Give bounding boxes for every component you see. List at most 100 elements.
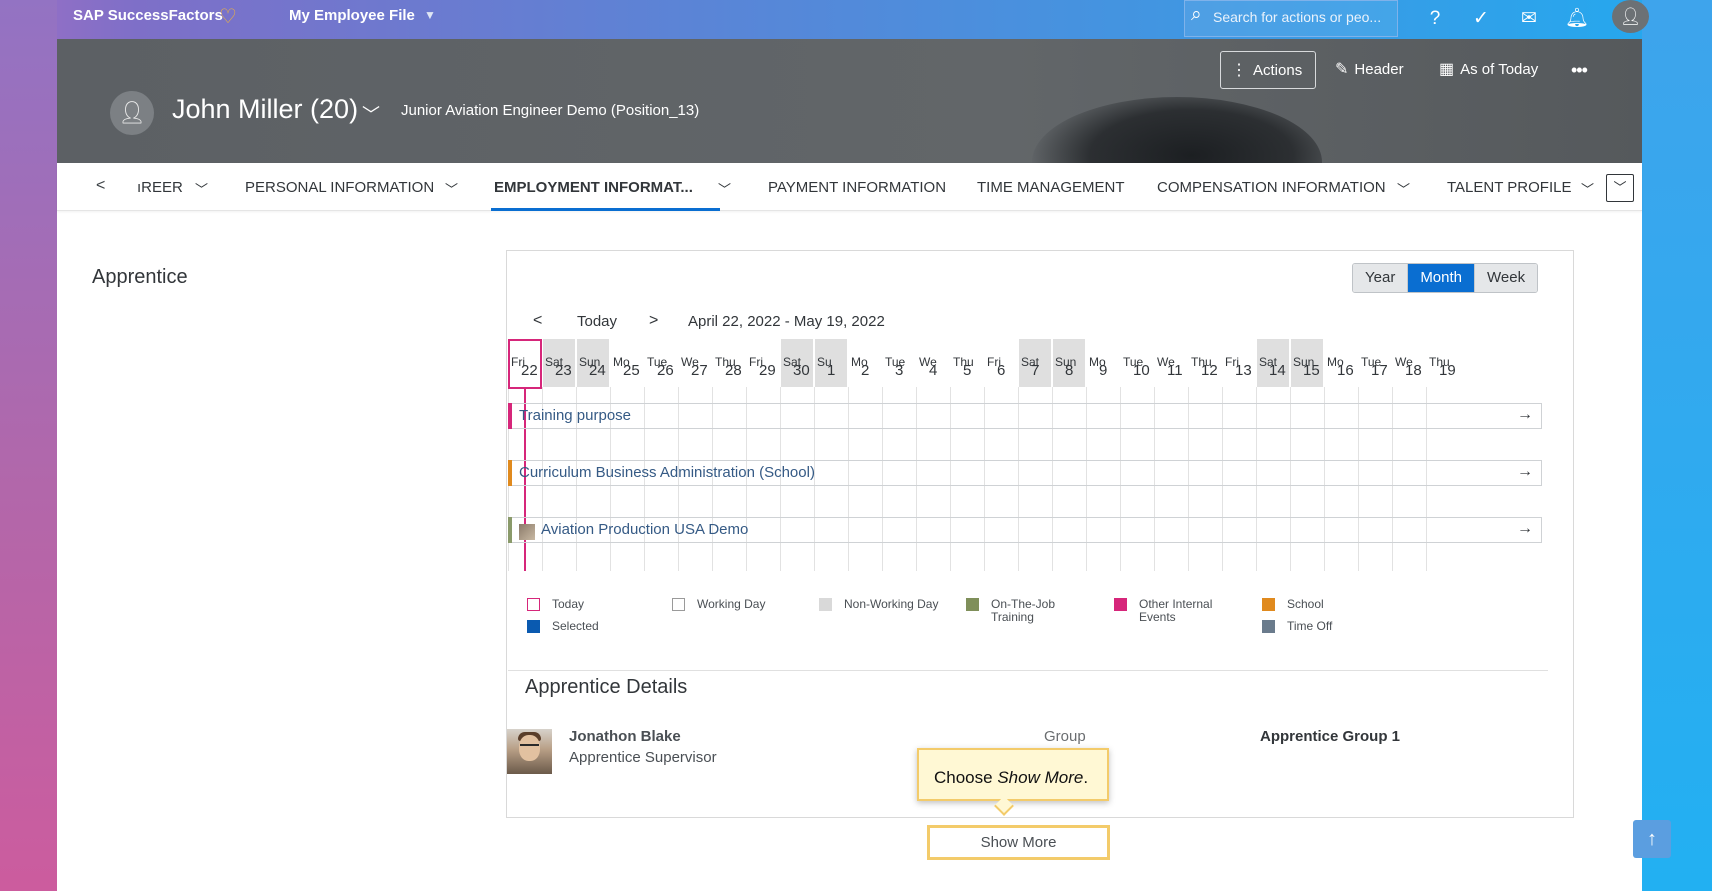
day-number: 9: [1099, 362, 1108, 379]
day-header[interactable]: Sun 24: [577, 339, 609, 387]
day-number: 23: [555, 362, 572, 379]
as-of-today-button[interactable]: ▦ As of Today: [1439, 51, 1538, 89]
tab-employment-information[interactable]: EMPLOYMENT INFORMAT...: [494, 179, 693, 196]
day-header[interactable]: Sun 8: [1053, 339, 1085, 387]
day-header[interactable]: Fri 29: [747, 339, 779, 387]
day-header[interactable]: Thu 28: [713, 339, 745, 387]
more-options-button[interactable]: •••: [1571, 51, 1588, 89]
event-label[interactable]: Training purpose: [519, 407, 631, 424]
day-header[interactable]: Thu 12: [1189, 339, 1221, 387]
employee-avatar-icon[interactable]: 👤︎: [110, 91, 154, 135]
search-box[interactable]: ⌕: [1184, 0, 1398, 37]
arrow-right-icon[interactable]: →: [1517, 463, 1533, 481]
tab-time-management[interactable]: TIME MANAGEMENT: [977, 179, 1125, 196]
profile-header: 👤︎ John Miller (20) ﹀ Junior Aviation En…: [57, 39, 1642, 163]
legend-label: Time Off: [1287, 619, 1333, 633]
day-header[interactable]: Sat 14: [1257, 339, 1289, 387]
arrow-right-icon[interactable]: →: [1517, 406, 1533, 424]
tab-career[interactable]: ıREER: [137, 179, 183, 196]
event-color-bar: [508, 403, 512, 429]
chevron-left-icon[interactable]: <: [96, 177, 105, 195]
brand-logo[interactable]: SAP SuccessFactors: [73, 7, 223, 24]
legend-label: Today: [552, 597, 585, 611]
day-header[interactable]: We 27: [679, 339, 711, 387]
day-header[interactable]: Fri 6: [985, 339, 1017, 387]
day-header[interactable]: Mo 25: [611, 339, 643, 387]
legend-swatch: [672, 598, 685, 611]
view-month-button[interactable]: Month: [1408, 264, 1476, 292]
day-header[interactable]: Sat 30: [781, 339, 813, 387]
help-icon[interactable]: ?: [1422, 6, 1448, 32]
group-value: Apprentice Group 1: [1260, 728, 1401, 745]
chevron-down-icon[interactable]: ﹀: [195, 179, 208, 198]
day-header[interactable]: Fri 13: [1223, 339, 1255, 387]
legend-label: On-The-Job Training: [991, 597, 1056, 624]
header-label: Header: [1354, 61, 1404, 78]
search-icon[interactable]: ⌕: [1191, 4, 1202, 26]
tab-talent-profile[interactable]: TALENT PROFILE: [1447, 179, 1571, 196]
day-header[interactable]: Sat 7: [1019, 339, 1051, 387]
day-header[interactable]: Tue 17: [1359, 339, 1391, 387]
shell-bar: SAP SuccessFactors ♡ My Employee File ▼ …: [0, 0, 1712, 39]
day-header[interactable]: Mo 16: [1325, 339, 1357, 387]
day-header[interactable]: Tue 3: [883, 339, 915, 387]
todo-check-icon[interactable]: ✓: [1468, 6, 1494, 32]
calendar-event-row[interactable]: Training purpose →: [508, 403, 1542, 429]
tab-payment-information[interactable]: PAYMENT INFORMATION: [768, 179, 946, 196]
chevron-down-icon[interactable]: ﹀: [1397, 179, 1410, 198]
chevron-down-icon[interactable]: ﹀: [1581, 179, 1594, 198]
supervisor-photo: [507, 729, 552, 774]
tutorial-callout: Choose Show More.: [917, 748, 1109, 801]
day-header[interactable]: Thu 19: [1427, 339, 1459, 387]
day-header[interactable]: Su 1: [815, 339, 847, 387]
day-number: 19: [1439, 362, 1456, 379]
supervisor-name[interactable]: Jonathon Blake: [569, 728, 681, 745]
arrow-right-icon[interactable]: →: [1517, 520, 1533, 538]
chevron-down-icon[interactable]: ﹀: [362, 101, 380, 127]
pencil-icon: ✎: [1335, 61, 1349, 78]
day-header[interactable]: Sun 15: [1291, 339, 1323, 387]
view-year-button[interactable]: Year: [1353, 264, 1409, 292]
chevron-down-icon[interactable]: ﹀: [718, 179, 731, 198]
tab-overflow-button[interactable]: ﹀: [1606, 174, 1634, 202]
search-input[interactable]: [1213, 9, 1393, 25]
chevron-down-icon[interactable]: ﹀: [445, 179, 458, 198]
tab-compensation-information[interactable]: COMPENSATION INFORMATION: [1157, 179, 1386, 196]
day-header[interactable]: We 11: [1155, 339, 1187, 387]
calendar-event-row[interactable]: Curriculum Business Administration (Scho…: [508, 460, 1542, 486]
calendar-event-row[interactable]: Aviation Production USA Demo →: [508, 517, 1542, 543]
user-avatar-icon[interactable]: 👤︎: [1612, 0, 1649, 33]
day-header[interactable]: We 18: [1393, 339, 1425, 387]
notification-bell-icon[interactable]: 🔔︎: [1564, 6, 1590, 32]
header-edit-button[interactable]: ✎ Header: [1335, 51, 1404, 89]
day-header[interactable]: Tue 10: [1121, 339, 1153, 387]
day-header[interactable]: Mo 9: [1087, 339, 1119, 387]
day-number: 24: [589, 362, 606, 379]
day-number: 17: [1371, 362, 1388, 379]
feedback-icon[interactable]: ✉: [1516, 6, 1542, 32]
legend-swatch: [1114, 598, 1127, 611]
chevron-left-icon[interactable]: <: [533, 312, 542, 330]
details-title: Apprentice Details: [525, 676, 688, 698]
day-header[interactable]: Thu 5: [951, 339, 983, 387]
today-button[interactable]: Today: [577, 313, 617, 330]
actions-button[interactable]: ⋮ Actions: [1220, 51, 1316, 89]
view-week-button[interactable]: Week: [1475, 264, 1538, 292]
scroll-to-top-icon[interactable]: ↑: [1633, 820, 1671, 858]
event-label[interactable]: Curriculum Business Administration (Scho…: [519, 464, 815, 481]
event-label[interactable]: Aviation Production USA Demo: [541, 521, 748, 538]
chevron-right-icon[interactable]: >: [649, 312, 658, 330]
legend-swatch: [1262, 598, 1275, 611]
day-header[interactable]: We 4: [917, 339, 949, 387]
day-header[interactable]: Mo 2: [849, 339, 881, 387]
legend-label: Non-Working Day: [844, 597, 939, 611]
tab-personal-information[interactable]: PERSONAL INFORMATION: [245, 179, 434, 196]
day-header[interactable]: Tue 26: [645, 339, 677, 387]
legend-swatch: [819, 598, 832, 611]
day-number: 3: [895, 362, 904, 379]
module-switcher[interactable]: My Employee File: [289, 7, 415, 24]
show-more-button[interactable]: Show More: [927, 825, 1110, 860]
employee-name[interactable]: John Miller (20): [172, 94, 358, 125]
day-header[interactable]: Sat 23: [543, 339, 575, 387]
caret-down-icon[interactable]: ▼: [424, 8, 436, 22]
